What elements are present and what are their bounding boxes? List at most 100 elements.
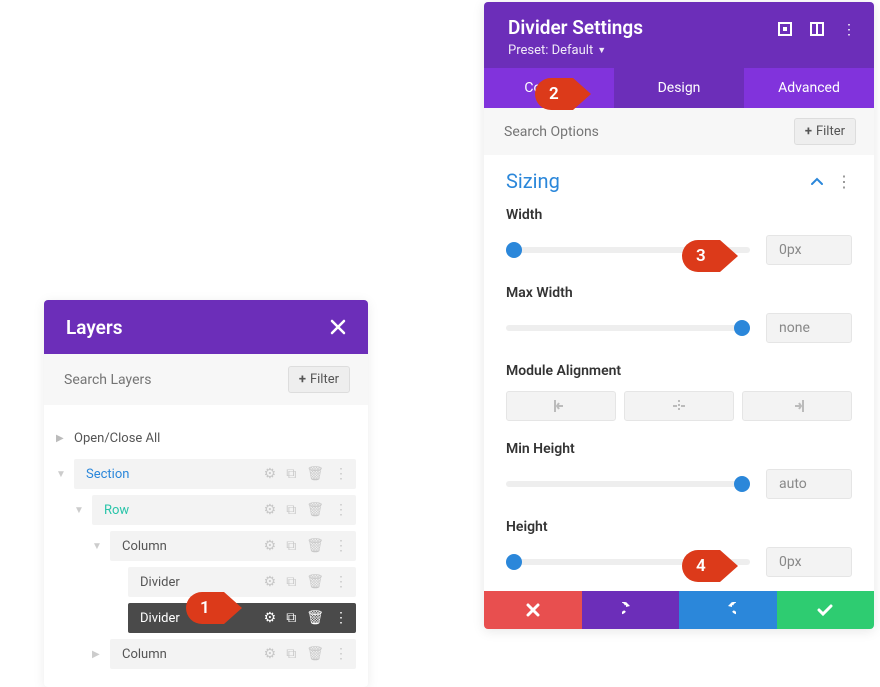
- trash-icon[interactable]: 🗑: [306, 610, 324, 626]
- caret-right-icon: ▶: [92, 649, 102, 660]
- preset-text: Preset: Default: [508, 43, 593, 58]
- column-pill-2: Column ⚙ ⧉ 🗑 ⋮: [110, 639, 356, 669]
- settings-search-row: + Filter: [484, 108, 874, 155]
- duplicate-icon[interactable]: ⧉: [286, 538, 296, 554]
- duplicate-icon[interactable]: ⧉: [286, 610, 296, 626]
- duplicate-icon[interactable]: ⧉: [286, 646, 296, 662]
- layers-filter-button[interactable]: + Filter: [288, 366, 350, 393]
- field-height: Height 0px: [484, 513, 874, 591]
- tab-advanced[interactable]: Advanced: [744, 68, 874, 108]
- gear-icon[interactable]: ⚙: [264, 466, 277, 482]
- align-center-button[interactable]: [624, 391, 734, 421]
- max-width-slider[interactable]: [506, 325, 750, 331]
- plus-icon: +: [299, 372, 306, 387]
- redo-button[interactable]: [679, 591, 777, 629]
- height-value[interactable]: 0px: [766, 547, 852, 577]
- dots-icon[interactable]: ⋮: [334, 646, 348, 662]
- tree-item-divider-2-active[interactable]: Divider ⚙ ⧉ 🗑 ⋮: [110, 603, 356, 633]
- tree-item-column-1[interactable]: ▼ Column ⚙ ⧉ 🗑 ⋮: [92, 531, 356, 561]
- gear-icon[interactable]: ⚙: [264, 574, 277, 590]
- dots-icon[interactable]: ⋮: [334, 538, 348, 554]
- dots-icon[interactable]: ⋮: [334, 502, 348, 518]
- tree-open-close-all[interactable]: ▶ Open/Close All: [56, 423, 356, 453]
- layers-title: Layers: [66, 316, 122, 339]
- tree-item-divider-1[interactable]: Divider ⚙ ⧉ 🗑 ⋮: [110, 567, 356, 597]
- height-label: Height: [506, 519, 852, 535]
- expand-icon[interactable]: [778, 22, 792, 38]
- dots-icon[interactable]: ⋮: [334, 574, 348, 590]
- settings-filter-button[interactable]: + Filter: [794, 118, 856, 145]
- tab-design[interactable]: Design: [614, 68, 744, 108]
- width-value[interactable]: 0px: [766, 235, 852, 265]
- gear-icon[interactable]: ⚙: [264, 610, 277, 626]
- caret-down-icon: ▼: [92, 541, 102, 552]
- trash-icon[interactable]: 🗑: [306, 574, 324, 590]
- trash-icon[interactable]: 🗑: [306, 646, 324, 662]
- width-label: Width: [506, 207, 852, 223]
- caret-down-icon: ▼: [597, 45, 606, 56]
- height-slider[interactable]: [506, 559, 750, 565]
- field-width: Width 0px: [484, 201, 874, 279]
- dots-icon[interactable]: ⋮: [842, 22, 856, 38]
- slider-thumb[interactable]: [734, 320, 750, 336]
- section-sizing-title: Sizing: [506, 169, 560, 193]
- slider-thumb[interactable]: [734, 476, 750, 492]
- dots-icon[interactable]: ⋮: [836, 172, 852, 191]
- alignment-label: Module Alignment: [506, 363, 852, 379]
- layers-panel: Layers + Filter ▶ Open/Close All ▼ Secti…: [44, 300, 368, 687]
- layers-header: Layers: [44, 300, 368, 354]
- trash-icon[interactable]: 🗑: [306, 538, 324, 554]
- slider-thumb[interactable]: [506, 242, 522, 258]
- columns-icon[interactable]: [810, 22, 824, 38]
- caret-right-icon: ▶: [56, 433, 66, 444]
- tab-content[interactable]: Content: [484, 68, 614, 108]
- section-sizing-icons: ⋮: [810, 172, 852, 191]
- dots-icon[interactable]: ⋮: [334, 610, 348, 626]
- column2-actions: ⚙ ⧉ 🗑 ⋮: [264, 646, 356, 662]
- chevron-up-icon[interactable]: [810, 176, 824, 186]
- layer-tree: ▶ Open/Close All ▼ Section ⚙ ⧉ 🗑 ⋮ ▼ Row: [44, 405, 368, 687]
- tree-item-column-2[interactable]: ▶ Column ⚙ ⧉ 🗑 ⋮: [92, 639, 356, 669]
- width-slider[interactable]: [506, 247, 750, 253]
- min-height-value[interactable]: auto: [766, 469, 852, 499]
- tree-item-section[interactable]: ▼ Section ⚙ ⧉ 🗑 ⋮: [56, 459, 356, 489]
- divider-actions-active: ⚙ ⧉ 🗑 ⋮: [264, 610, 356, 626]
- close-icon[interactable]: [330, 319, 346, 335]
- section-label: Section: [86, 467, 264, 482]
- undo-button[interactable]: [582, 591, 680, 629]
- align-right-button[interactable]: [742, 391, 852, 421]
- settings-header: Divider Settings Preset: Default ▼ ⋮: [484, 2, 874, 68]
- trash-icon[interactable]: 🗑: [306, 466, 324, 482]
- divider-label: Divider: [140, 575, 264, 590]
- trash-icon[interactable]: 🗑: [306, 502, 324, 518]
- max-width-value[interactable]: none: [766, 313, 852, 343]
- column-label: Column: [122, 539, 264, 554]
- column-label: Column: [122, 647, 264, 662]
- save-button[interactable]: [777, 591, 875, 629]
- duplicate-icon[interactable]: ⧉: [286, 466, 296, 482]
- min-height-slider[interactable]: [506, 481, 750, 487]
- dots-icon[interactable]: ⋮: [334, 466, 348, 482]
- settings-preset[interactable]: Preset: Default ▼: [508, 43, 850, 58]
- column-pill: Column ⚙ ⧉ 🗑 ⋮: [110, 531, 356, 561]
- align-left-button[interactable]: [506, 391, 616, 421]
- section-sizing-head[interactable]: Sizing ⋮: [484, 155, 874, 201]
- divider-pill-active: Divider ⚙ ⧉ 🗑 ⋮: [128, 603, 356, 633]
- discard-button[interactable]: [484, 591, 582, 629]
- duplicate-icon[interactable]: ⧉: [286, 502, 296, 518]
- max-width-label: Max Width: [506, 285, 852, 301]
- gear-icon[interactable]: ⚙: [264, 538, 277, 554]
- section-actions: ⚙ ⧉ 🗑 ⋮: [264, 466, 356, 482]
- gear-icon[interactable]: ⚙: [264, 502, 277, 518]
- slider-thumb[interactable]: [506, 554, 522, 570]
- layers-search-input[interactable]: [62, 371, 242, 389]
- filter-label: Filter: [310, 372, 339, 387]
- gear-icon[interactable]: ⚙: [264, 646, 277, 662]
- plus-icon: +: [805, 124, 812, 139]
- field-alignment: Module Alignment: [484, 357, 874, 435]
- open-close-label: Open/Close All: [74, 431, 356, 446]
- duplicate-icon[interactable]: ⧉: [286, 574, 296, 590]
- settings-search-input[interactable]: [502, 123, 682, 141]
- filter-label: Filter: [816, 124, 845, 139]
- tree-item-row[interactable]: ▼ Row ⚙ ⧉ 🗑 ⋮: [74, 495, 356, 525]
